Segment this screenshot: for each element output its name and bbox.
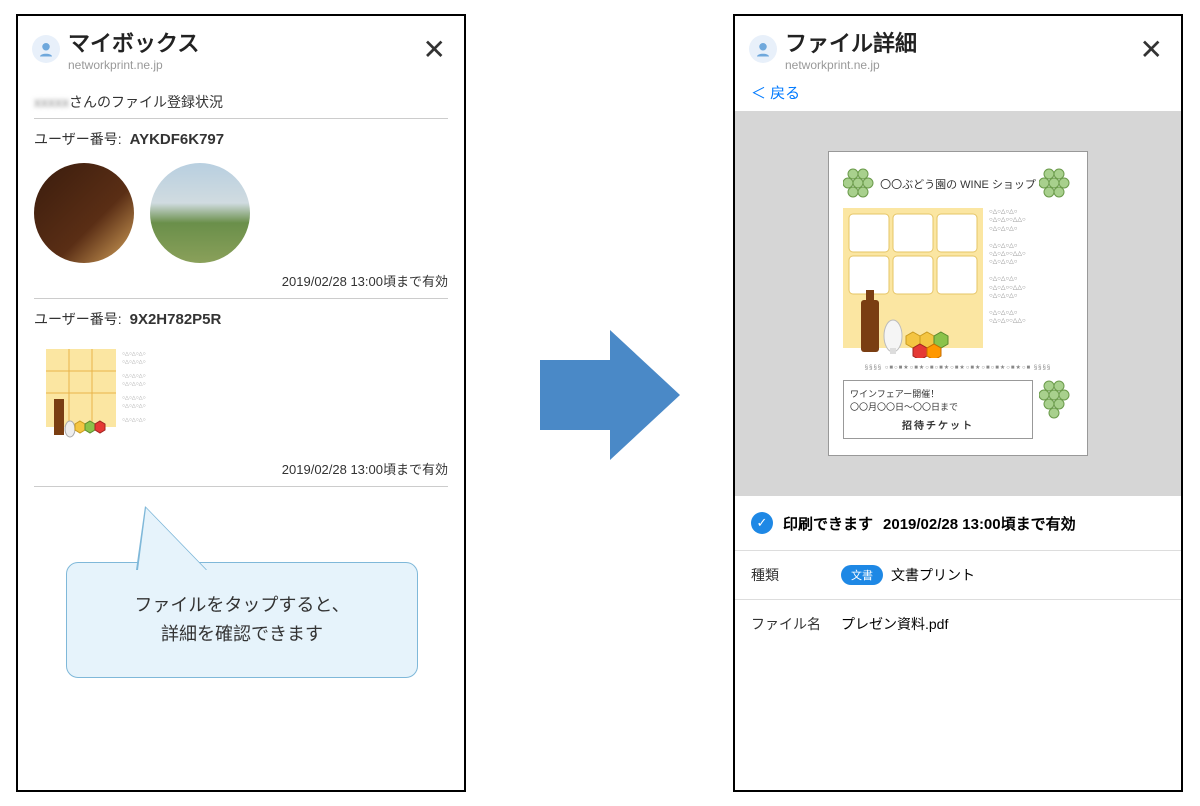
- callout-tooltip: ファイルをタップすると、詳細を確認できます: [66, 562, 418, 678]
- document-preview[interactable]: 〇〇ぶどう園の WINE ショップ ○△○△○△○○△○△○○△△○○△○△○△…: [828, 151, 1088, 456]
- svg-text:○△○△○△○: ○△○△○△○: [122, 351, 146, 357]
- file-thumbnail[interactable]: [34, 163, 134, 263]
- preview-area: 〇〇ぶどう園の WINE ショップ ○△○△○△○○△○△○○△△○○△○△○△…: [735, 111, 1181, 496]
- close-icon[interactable]: ✕: [1136, 33, 1167, 66]
- phone-mybox: マイボックス networkprint.ne.jp ✕ xxxxxさんのファイル…: [16, 14, 466, 792]
- user-number-2: ユーザー番号:9X2H782P5R: [34, 309, 448, 329]
- svg-text:○△○△○△○: ○△○△○△○: [122, 395, 146, 401]
- grapes-icon: [1039, 168, 1073, 198]
- valid-until: 2019/02/28 13:00頃まで有効: [34, 455, 448, 487]
- doc-text: ○△○△○△○○△○△○○△△○○△○△○△○○△○△○△○○△○△○○△△○○…: [989, 208, 1026, 358]
- wine-illustration: [843, 208, 983, 358]
- page-title: ファイル詳細: [785, 26, 1136, 58]
- type-badge: 文書: [841, 565, 883, 585]
- check-icon: ✓: [751, 512, 773, 534]
- status-row: ✓ 印刷できます 2019/02/28 13:00頃まで有効: [735, 496, 1181, 550]
- app-icon: [749, 35, 777, 63]
- app-icon: [32, 35, 60, 63]
- close-icon[interactable]: ✕: [419, 33, 450, 66]
- filename-row: ファイル名 プレゼン資料.pdf: [735, 599, 1181, 648]
- grapes-icon: [843, 168, 877, 198]
- arrow-icon: [540, 330, 680, 465]
- svg-text:○△○△○△○: ○△○△○△○: [122, 417, 146, 423]
- svg-text:○△○△○△○: ○△○△○△○: [122, 359, 146, 365]
- page-subtitle: networkprint.ne.jp: [785, 58, 1136, 72]
- svg-text:○△○△○△○: ○△○△○△○: [122, 403, 146, 409]
- ticket-box: ワインフェアー開催！ 〇〇月〇〇日～〇〇日まで 招待チケット: [843, 380, 1033, 439]
- svg-text:○△○△○△○: ○△○△○△○: [122, 373, 146, 379]
- back-link[interactable]: ＜ 戻る: [735, 82, 1181, 111]
- file-thumbnail-doc[interactable]: ○△○△○△○ ○△○△○△○ ○△○△○△○ ○△○△○△○ ○△○△○△○ ○△○△○…: [46, 341, 166, 451]
- type-row: 種類 文書 文書プリント: [735, 550, 1181, 599]
- page-title: マイボックス: [68, 26, 419, 58]
- phone-filedetail: ファイル詳細 networkprint.ne.jp ✕ ＜ 戻る 〇〇ぶどう園の…: [733, 14, 1183, 792]
- section-header: xxxxxさんのファイル登録状況: [34, 92, 448, 119]
- doc-title: 〇〇ぶどう園の WINE ショップ: [880, 176, 1036, 192]
- grapes-icon: [1039, 380, 1073, 424]
- page-subtitle: networkprint.ne.jp: [68, 58, 419, 72]
- valid-until: 2019/02/28 13:00頃まで有効: [34, 267, 448, 299]
- file-thumbnail[interactable]: [150, 163, 250, 263]
- user-number-1: ユーザー番号:AYKDF6K797: [34, 129, 448, 149]
- svg-text:○△○△○△○: ○△○△○△○: [122, 381, 146, 387]
